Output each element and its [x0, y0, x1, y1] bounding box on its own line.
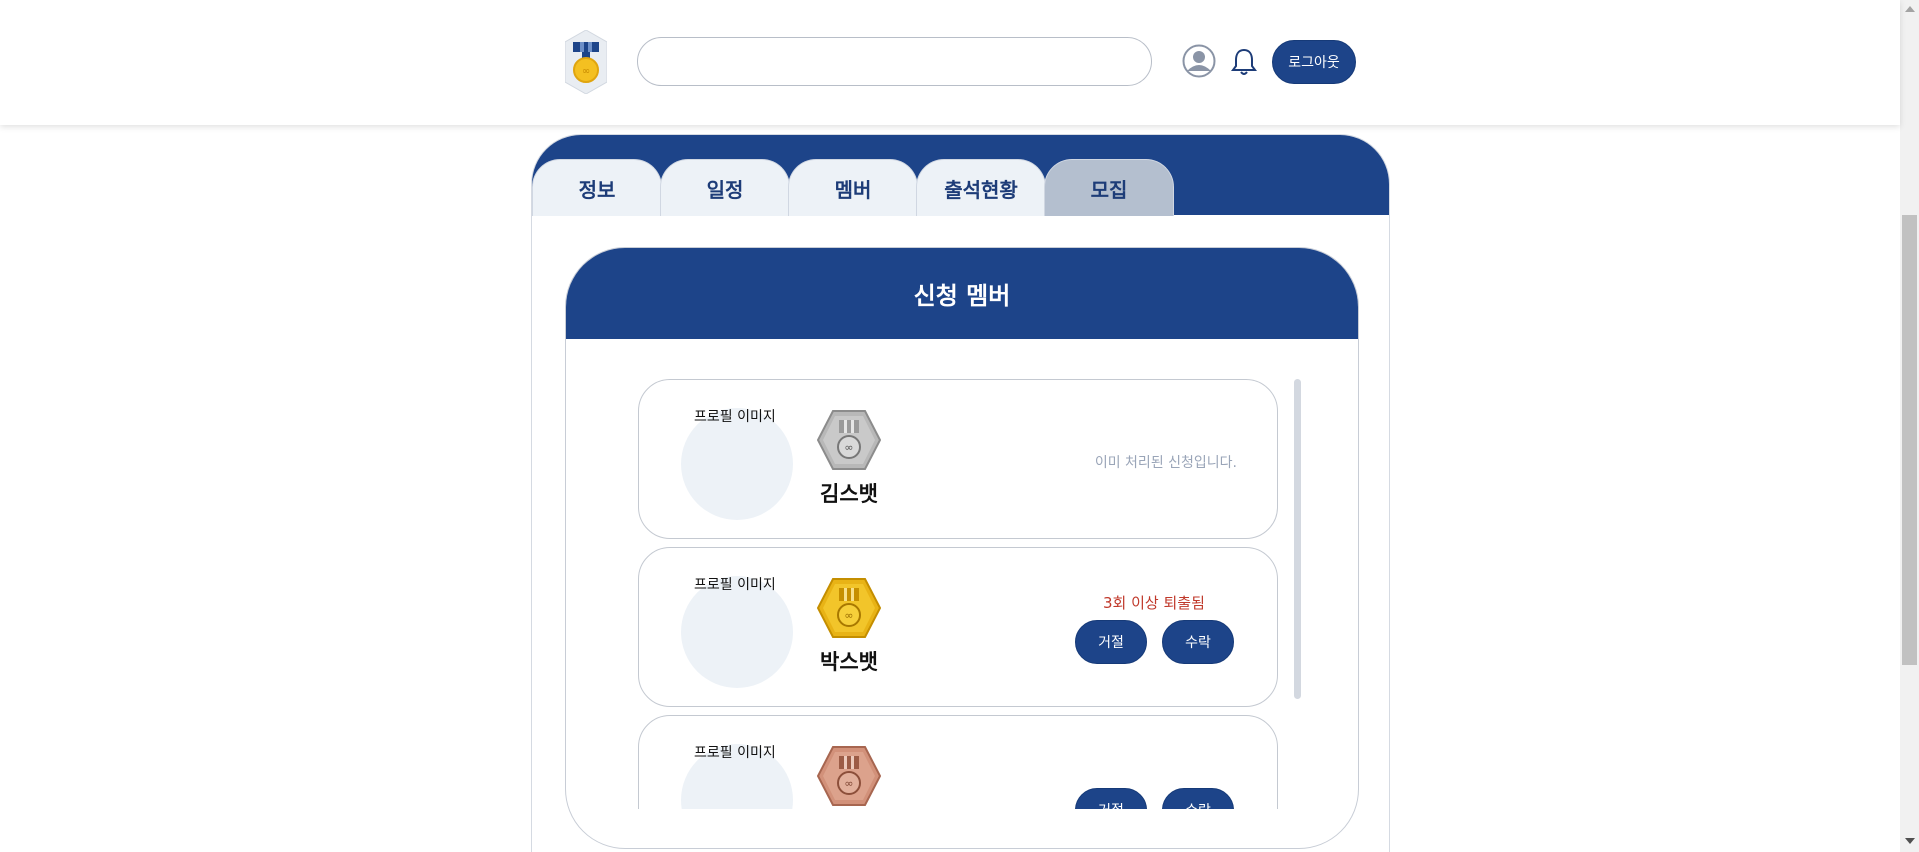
- page-scrollbar[interactable]: [1900, 0, 1919, 852]
- applicants-title: 신청 멤버: [566, 248, 1358, 339]
- svg-text:∞: ∞: [844, 441, 853, 454]
- accept-button[interactable]: 수락: [1162, 620, 1234, 664]
- bell-icon[interactable]: [1230, 47, 1258, 77]
- applicants-list[interactable]: 프로필 이미지 ∞ 김스뱃 이미 처리된 신청입니다. 프로필 이미지 ∞ 박스…: [566, 339, 1358, 809]
- scrollbar-thumb[interactable]: [1902, 215, 1917, 665]
- gold-medal-icon: ∞: [817, 578, 881, 638]
- group-panel: 정보 일정 멤버 출석현황 모집 신청 멤버 프로필 이미지 ∞ 김스뱃 이미 …: [531, 134, 1390, 852]
- tab-attendance[interactable]: 출석현황: [916, 159, 1046, 216]
- reject-button[interactable]: 거절: [1075, 788, 1147, 809]
- accept-button[interactable]: 수락: [1162, 788, 1234, 809]
- search-input[interactable]: [637, 37, 1152, 86]
- avatar-alt-text: 프로필 이미지: [694, 409, 776, 425]
- scroll-up-arrow-icon[interactable]: [1905, 6, 1915, 12]
- silver-medal-icon: ∞: [817, 410, 881, 470]
- medal-logo-icon[interactable]: ∞: [565, 30, 607, 94]
- avatar-alt-text: 프로필 이미지: [694, 745, 776, 761]
- applicants-card: 신청 멤버 프로필 이미지 ∞ 김스뱃 이미 처리된 신청입니다. 프로필 이미…: [565, 247, 1359, 849]
- bronze-medal-icon: ∞: [817, 746, 881, 806]
- member-name: 박스뱃: [820, 650, 878, 674]
- list-scrollbar[interactable]: [1294, 379, 1301, 699]
- tab-members[interactable]: 멤버: [788, 159, 918, 216]
- member-name: 김스뱃: [820, 482, 878, 506]
- svg-text:∞: ∞: [844, 609, 853, 622]
- reject-button[interactable]: 거절: [1075, 620, 1147, 664]
- scroll-down-arrow-icon[interactable]: [1905, 838, 1915, 844]
- logout-button[interactable]: 로그아웃: [1272, 40, 1356, 84]
- list-item: 프로필 이미지 ∞ 박스뱃 3회 이상 퇴출됨 거절 수락: [638, 547, 1278, 707]
- warning-text: 3회 이상 퇴출됨: [1103, 594, 1205, 612]
- tab-schedule[interactable]: 일정: [660, 159, 790, 216]
- tab-info[interactable]: 정보: [532, 159, 662, 216]
- list-item: 프로필 이미지 ∞ 거절 수락: [638, 715, 1278, 809]
- tab-recruit[interactable]: 모집: [1044, 159, 1174, 216]
- list-item: 프로필 이미지 ∞ 김스뱃 이미 처리된 신청입니다.: [638, 379, 1278, 539]
- svg-text:∞: ∞: [844, 777, 853, 790]
- svg-text:∞: ∞: [582, 66, 590, 77]
- status-text: 이미 처리된 신청입니다.: [1094, 455, 1237, 471]
- top-header: ∞ 로그아웃: [0, 0, 1900, 125]
- user-profile-icon[interactable]: [1182, 44, 1216, 78]
- avatar-alt-text: 프로필 이미지: [694, 577, 776, 593]
